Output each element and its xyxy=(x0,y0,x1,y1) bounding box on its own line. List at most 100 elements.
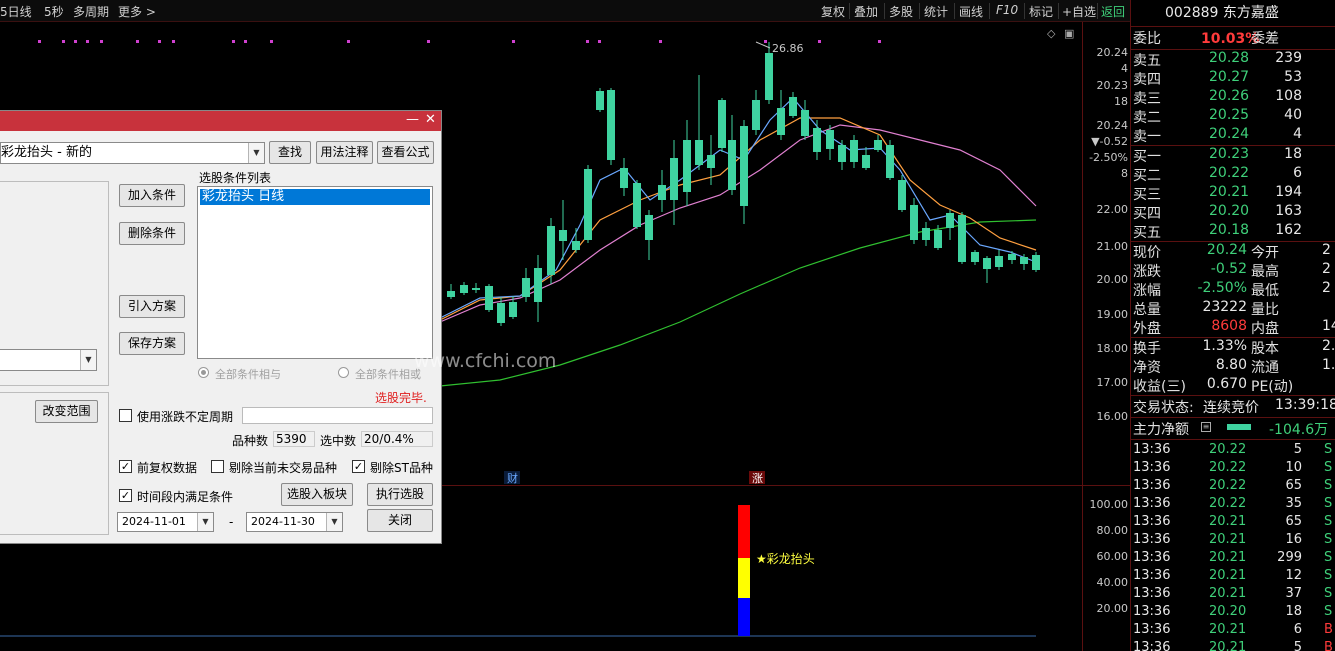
usage-notes-button[interactable]: 用法注释 xyxy=(316,141,373,164)
candle[interactable] xyxy=(862,155,870,168)
multi-period-tab[interactable]: 多周期 xyxy=(73,3,109,20)
date-from-input[interactable]: 2024-11-01 ▼ xyxy=(117,512,214,532)
book-row[interactable]: 卖三 20.26 108 xyxy=(1131,88,1335,107)
delete-condition-button[interactable]: 删除条件 xyxy=(119,222,185,245)
dialog-titlebar[interactable]: — ✕ xyxy=(0,111,441,131)
main-net-toggle-icon[interactable]: ≡ xyxy=(1201,422,1211,432)
candle[interactable] xyxy=(801,110,809,136)
condition-list[interactable]: 彩龙抬头 日线 xyxy=(197,186,433,359)
candle[interactable] xyxy=(922,228,930,240)
candle[interactable] xyxy=(740,126,748,206)
chevron-down-icon[interactable]: ▼ xyxy=(197,513,213,531)
to-block-button[interactable]: 选股入板块 xyxy=(281,483,353,506)
candle[interactable] xyxy=(1008,254,1016,260)
candle[interactable] xyxy=(572,241,580,250)
book-row[interactable]: 卖五 20.28 239 xyxy=(1131,50,1335,69)
exclude-st-label[interactable]: 剔除ST品种 xyxy=(370,459,433,476)
period-input[interactable] xyxy=(242,407,433,424)
candle[interactable] xyxy=(789,97,797,116)
view-formula-button[interactable]: 查看公式 xyxy=(377,141,434,164)
time-range-label[interactable]: 时间段内满足条件 xyxy=(137,488,233,505)
add-watchlist-button[interactable]: +自选 xyxy=(1062,3,1096,20)
chart-settings-icon[interactable]: ▣ xyxy=(1064,27,1074,40)
exclude-notrade-label[interactable]: 剔除当前未交易品种 xyxy=(229,459,337,476)
overlay-button[interactable]: 叠加 xyxy=(854,3,878,20)
book-row[interactable]: 买二 20.22 6 xyxy=(1131,165,1335,184)
book-row[interactable]: 买一 20.23 18 xyxy=(1131,146,1335,165)
candle[interactable] xyxy=(946,213,954,228)
prefq-checkbox[interactable]: ✓ xyxy=(119,460,132,473)
candle[interactable] xyxy=(509,302,517,317)
f10-button[interactable]: F10 xyxy=(996,3,1018,17)
candle[interactable] xyxy=(838,145,846,162)
candle[interactable] xyxy=(910,205,918,240)
radio-all-or[interactable] xyxy=(338,367,349,378)
book-row[interactable]: 卖四 20.27 53 xyxy=(1131,69,1335,88)
candle[interactable] xyxy=(718,100,726,148)
candle[interactable] xyxy=(447,291,455,297)
book-row[interactable]: 买四 20.20 163 xyxy=(1131,203,1335,222)
restore-rights-button[interactable]: 复权 xyxy=(821,3,845,20)
candle[interactable] xyxy=(728,140,736,190)
candle[interactable] xyxy=(995,256,1003,267)
multi-stock-button[interactable]: 多股 xyxy=(889,3,913,20)
candle[interactable] xyxy=(596,91,604,110)
candle[interactable] xyxy=(707,155,715,168)
radio-all-and[interactable] xyxy=(198,367,209,378)
candle[interactable] xyxy=(620,168,628,188)
period-5day-tab[interactable]: 5日线 xyxy=(0,3,32,20)
candle[interactable] xyxy=(584,169,592,240)
radio-all-and-label[interactable]: 全部条件相与 xyxy=(215,366,281,382)
candle[interactable] xyxy=(1020,257,1028,264)
candle[interactable] xyxy=(813,128,821,152)
change-range-button[interactable]: 改变范围 xyxy=(35,400,98,423)
candle[interactable] xyxy=(460,285,468,293)
candle[interactable] xyxy=(958,215,966,262)
close-icon[interactable]: ✕ xyxy=(425,112,436,127)
mark-button[interactable]: 标记 xyxy=(1029,3,1053,20)
chevron-down-icon[interactable]: ▼ xyxy=(80,350,96,370)
time-range-checkbox[interactable]: ✓ xyxy=(119,489,132,502)
stock-header[interactable]: 002889 东方嘉盛 xyxy=(1131,0,1335,27)
prefq-label[interactable]: 前复权数据 xyxy=(137,459,197,476)
add-condition-button[interactable]: 加入条件 xyxy=(119,184,185,207)
candle[interactable] xyxy=(983,258,991,269)
condition-list-item[interactable]: 彩龙抬头 日线 xyxy=(200,189,430,205)
variable-period-checkbox[interactable] xyxy=(119,409,132,422)
chevron-down-icon[interactable]: ▼ xyxy=(248,143,264,163)
candle[interactable] xyxy=(670,158,678,200)
date-to-input[interactable]: 2024-11-30 ▼ xyxy=(246,512,343,532)
candle[interactable] xyxy=(534,268,542,302)
formula-select[interactable]: 彩龙抬头 - 新的 ▼ xyxy=(0,142,265,164)
candle[interactable] xyxy=(971,252,979,262)
radio-all-or-label[interactable]: 全部条件相或 xyxy=(355,366,421,382)
candle[interactable] xyxy=(497,303,505,323)
candle[interactable] xyxy=(645,215,653,240)
candle[interactable] xyxy=(547,226,555,275)
chevron-down-icon[interactable]: ▼ xyxy=(326,513,342,531)
book-row[interactable]: 卖一 20.24 4 xyxy=(1131,126,1335,145)
variable-period-label[interactable]: 使用涨跌不定周期 xyxy=(137,408,233,425)
candle[interactable] xyxy=(1032,255,1040,270)
close-button[interactable]: 关闭 xyxy=(367,509,433,532)
more-menu[interactable]: 更多 > xyxy=(118,3,156,20)
candle[interactable] xyxy=(826,130,834,149)
candle[interactable] xyxy=(934,230,942,248)
draw-line-button[interactable]: 画线 xyxy=(959,3,983,20)
statistics-button[interactable]: 统计 xyxy=(924,3,948,20)
find-button[interactable]: 查找 xyxy=(269,141,311,164)
candle[interactable] xyxy=(850,140,858,162)
save-plan-button[interactable]: 保存方案 xyxy=(119,332,185,355)
book-row[interactable]: 买五 20.18 162 xyxy=(1131,222,1335,241)
book-row[interactable]: 卖二 20.25 40 xyxy=(1131,107,1335,126)
candle[interactable] xyxy=(658,185,666,200)
candle[interactable] xyxy=(633,183,641,227)
exclude-notrade-checkbox[interactable] xyxy=(211,460,224,473)
candle[interactable] xyxy=(898,180,906,210)
tick-list[interactable]: 13:36 20.22 5 S 13:36 20.22 10 S 13:36 20.22 65 S 13… xyxy=(1131,440,1335,651)
candle[interactable] xyxy=(607,90,615,160)
import-plan-button[interactable]: 引入方案 xyxy=(119,295,185,318)
candle[interactable] xyxy=(683,140,691,192)
book-row[interactable]: 买三 20.21 194 xyxy=(1131,184,1335,203)
back-button[interactable]: 返回 xyxy=(1101,3,1125,20)
